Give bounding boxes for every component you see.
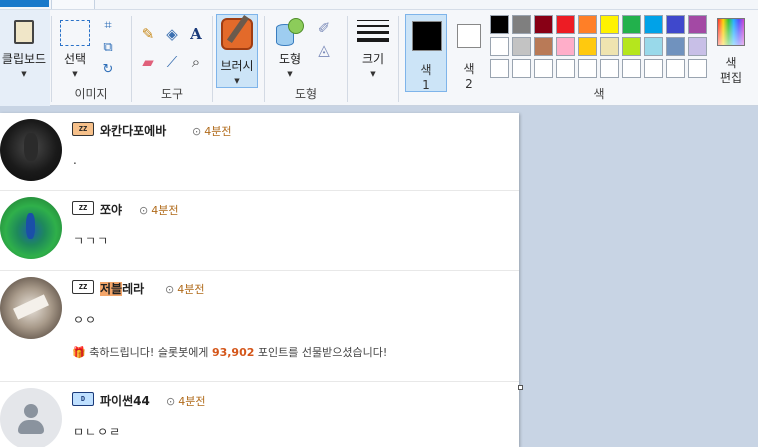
clock-icon: ⊙ bbox=[139, 204, 149, 217]
chevron-down-icon[interactable]: ▼ bbox=[0, 70, 48, 78]
timestamp: ⊙ 4분전 bbox=[139, 204, 179, 217]
timestamp: ⊙ 4분전 bbox=[192, 125, 232, 138]
divider bbox=[347, 16, 348, 102]
comment-text: . bbox=[73, 153, 78, 167]
eraser-icon[interactable]: ▰ bbox=[138, 52, 158, 72]
avatar[interactable] bbox=[0, 388, 62, 447]
magnifier-icon[interactable]: ⌕ bbox=[186, 52, 206, 72]
size-icon[interactable] bbox=[357, 20, 389, 44]
chevron-down-icon: ▼ bbox=[234, 77, 240, 85]
colors-group: 색 bbox=[490, 10, 708, 106]
timestamp: ⊙ 4분전 bbox=[165, 283, 205, 296]
workspace: ZZ 와칸다포에바 ⊙ 4분전 . ZZ 쪼야 ⊙ 4분전 ㄱㄱㄱ ZZ 저블레라 … bbox=[0, 107, 758, 447]
level-badge: ZZ bbox=[72, 280, 94, 294]
brush-icon bbox=[221, 18, 253, 50]
select-button-label[interactable]: 선택 bbox=[58, 52, 92, 66]
nickname[interactable]: 저블레라 bbox=[100, 280, 144, 297]
nickname[interactable]: 와칸다포에바 bbox=[100, 122, 166, 139]
tab-home[interactable] bbox=[0, 0, 49, 7]
clock-icon: ⊙ bbox=[166, 395, 176, 408]
comment-text: ㅇㅇ bbox=[73, 313, 98, 327]
select-icon[interactable] bbox=[60, 20, 90, 46]
color2-label: 색 2 bbox=[463, 62, 475, 91]
level-badge: ZZ bbox=[72, 122, 94, 136]
clipboard-icon[interactable] bbox=[14, 20, 34, 44]
crop-icon[interactable]: ⌗ bbox=[100, 18, 116, 34]
brushes-label: 브러시 bbox=[220, 59, 254, 73]
colors-group-label: 색 bbox=[593, 87, 605, 101]
clipboard-label[interactable]: 클립보드 bbox=[0, 52, 48, 66]
nickname[interactable]: 쪼야 bbox=[100, 201, 122, 218]
gift-notice: 🎁 축하드립니다! 슬롯봇에게 93,902 포인트를 선물받으셨습니다! bbox=[72, 346, 388, 359]
pencil-icon[interactable]: ✎ bbox=[138, 24, 158, 44]
rotate-icon[interactable]: ↻ bbox=[100, 62, 116, 78]
shapes-group: 도형 bbox=[265, 10, 347, 106]
text-tool-icon[interactable]: A bbox=[186, 24, 206, 44]
clock-icon: ⊙ bbox=[192, 125, 202, 138]
avatar[interactable] bbox=[0, 197, 62, 259]
color2-swatch bbox=[457, 24, 481, 48]
rainbow-icon bbox=[717, 18, 745, 46]
clipboard-group: 클립보드 ▼ bbox=[0, 10, 50, 106]
color1-label: 색 1 bbox=[420, 63, 432, 92]
color1-button[interactable]: 색 1 bbox=[405, 14, 447, 92]
avatar[interactable] bbox=[0, 119, 62, 181]
fill-bucket-icon[interactable]: ◈ bbox=[162, 24, 182, 44]
gift-points: 93,902 bbox=[211, 346, 255, 359]
avatar[interactable] bbox=[0, 277, 62, 339]
color2-button[interactable]: 색 2 bbox=[452, 14, 486, 92]
color-picker-icon[interactable]: ⟋ bbox=[162, 52, 182, 72]
list-item: ZZ 와칸다포에바 ⊙ 4분전 . bbox=[0, 113, 519, 191]
comment-text: ㅁㄴㅇㄹ bbox=[73, 425, 122, 439]
edit-colors-button[interactable]: 색 편집 bbox=[712, 14, 750, 92]
timestamp: ⊙ 4분전 bbox=[166, 395, 206, 408]
list-item: ZZ 쪼야 ⊙ 4분전 ㄱㄱㄱ bbox=[0, 191, 519, 271]
comment-text: ㄱㄱㄱ bbox=[73, 234, 110, 248]
shapes-group-label: 도형 bbox=[294, 87, 318, 101]
edit-colors-label: 색 편집 bbox=[719, 56, 743, 85]
ribbon-tab-strip bbox=[0, 0, 758, 9]
list-item: ZZ 저블레라 ⊙ 4분전 ㅇㅇ 🎁 축하드립니다! 슬롯봇에게 93,902 포… bbox=[0, 271, 519, 382]
level-badge: D bbox=[72, 392, 94, 406]
nickname[interactable]: 파이썬44 bbox=[100, 392, 150, 409]
level-badge: ZZ bbox=[72, 201, 94, 215]
drawing-canvas[interactable]: ZZ 와칸다포에바 ⊙ 4분전 . ZZ 쪼야 ⊙ 4분전 ㄱㄱㄱ ZZ 저블레라 … bbox=[0, 113, 519, 447]
gift-icon: 🎁 bbox=[72, 346, 86, 359]
color1-swatch bbox=[412, 21, 442, 51]
size-label[interactable]: 크기 bbox=[352, 52, 394, 66]
divider bbox=[398, 16, 399, 102]
divider bbox=[212, 16, 213, 102]
chevron-down-icon[interactable]: ▼ bbox=[352, 70, 394, 78]
tools-group-label: 도구 bbox=[160, 87, 184, 101]
ribbon: 클립보드 ▼ 이미지 선택 ▼ ⌗ ⧉ ↻ 도구 ✎ ◈ A ▰ ⟋ ⌕ 브러시… bbox=[0, 9, 758, 106]
chevron-down-icon[interactable]: ▼ bbox=[58, 70, 92, 78]
image-group-label: 이미지 bbox=[74, 87, 108, 101]
clock-icon: ⊙ bbox=[165, 283, 175, 296]
canvas-resize-handle[interactable] bbox=[518, 385, 523, 390]
brushes-button[interactable]: 브러시 ▼ bbox=[216, 14, 258, 88]
tab-view[interactable] bbox=[51, 0, 95, 9]
list-item: D 파이썬44 ⊙ 4분전 ㅁㄴㅇㄹ bbox=[0, 382, 519, 447]
resize-icon[interactable]: ⧉ bbox=[100, 40, 116, 56]
